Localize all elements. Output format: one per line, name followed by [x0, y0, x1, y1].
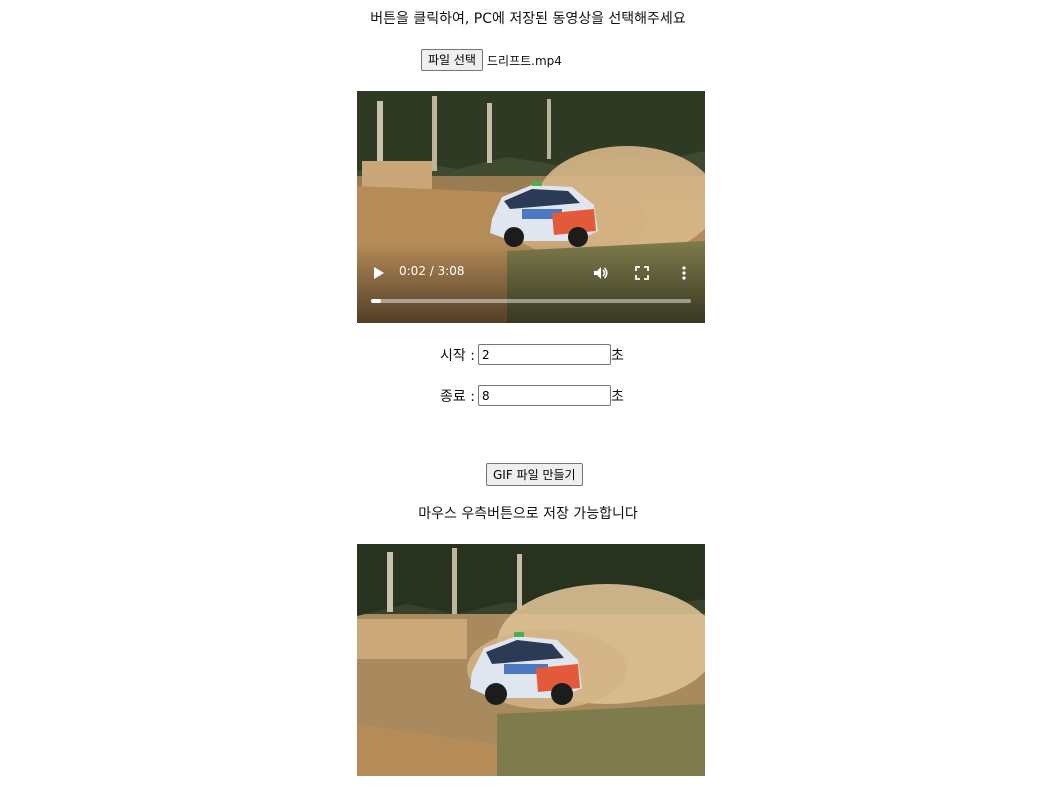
progress-bar[interactable] — [371, 299, 691, 303]
video-player[interactable]: 0:02 / 3:08 — [357, 91, 705, 323]
start-unit: 초 — [610, 347, 624, 364]
more-options-icon[interactable] — [677, 265, 691, 281]
make-gif-button[interactable]: GIF 파일 만들기 — [486, 463, 583, 486]
choose-file-button[interactable]: 파일 선택 — [421, 49, 483, 71]
play-icon[interactable] — [371, 266, 385, 280]
start-time-row: 시작 : 초 — [440, 344, 624, 365]
start-label: 시작 : — [440, 347, 475, 364]
save-hint-text: 마우스 우측버튼으로 저장 가능합니다 — [418, 506, 638, 522]
gif-maker-page: 버튼을 클릭하여, PC에 저장된 동영상을 선택해주세요 파일 선택 드리프트… — [0, 0, 1056, 792]
end-time-row: 종료 : 초 — [440, 385, 624, 406]
volume-icon[interactable] — [593, 265, 609, 281]
time-display: 0:02 / 3:08 — [399, 264, 465, 278]
file-input: 파일 선택 드리프트.mp4 — [421, 49, 562, 71]
start-time-input[interactable] — [477, 344, 611, 365]
end-time-input[interactable] — [477, 385, 611, 406]
progress-bar-fill — [371, 299, 381, 303]
end-unit: 초 — [610, 388, 624, 405]
gif-frame — [357, 544, 705, 776]
end-label: 종료 : — [440, 388, 475, 405]
fullscreen-icon[interactable] — [635, 266, 649, 280]
selected-file-name: 드리프트.mp4 — [486, 53, 562, 68]
instruction-text: 버튼을 클릭하여, PC에 저장된 동영상을 선택해주세요 — [370, 11, 686, 27]
controls-overlay — [357, 243, 705, 323]
generated-gif-image[interactable] — [357, 544, 705, 776]
